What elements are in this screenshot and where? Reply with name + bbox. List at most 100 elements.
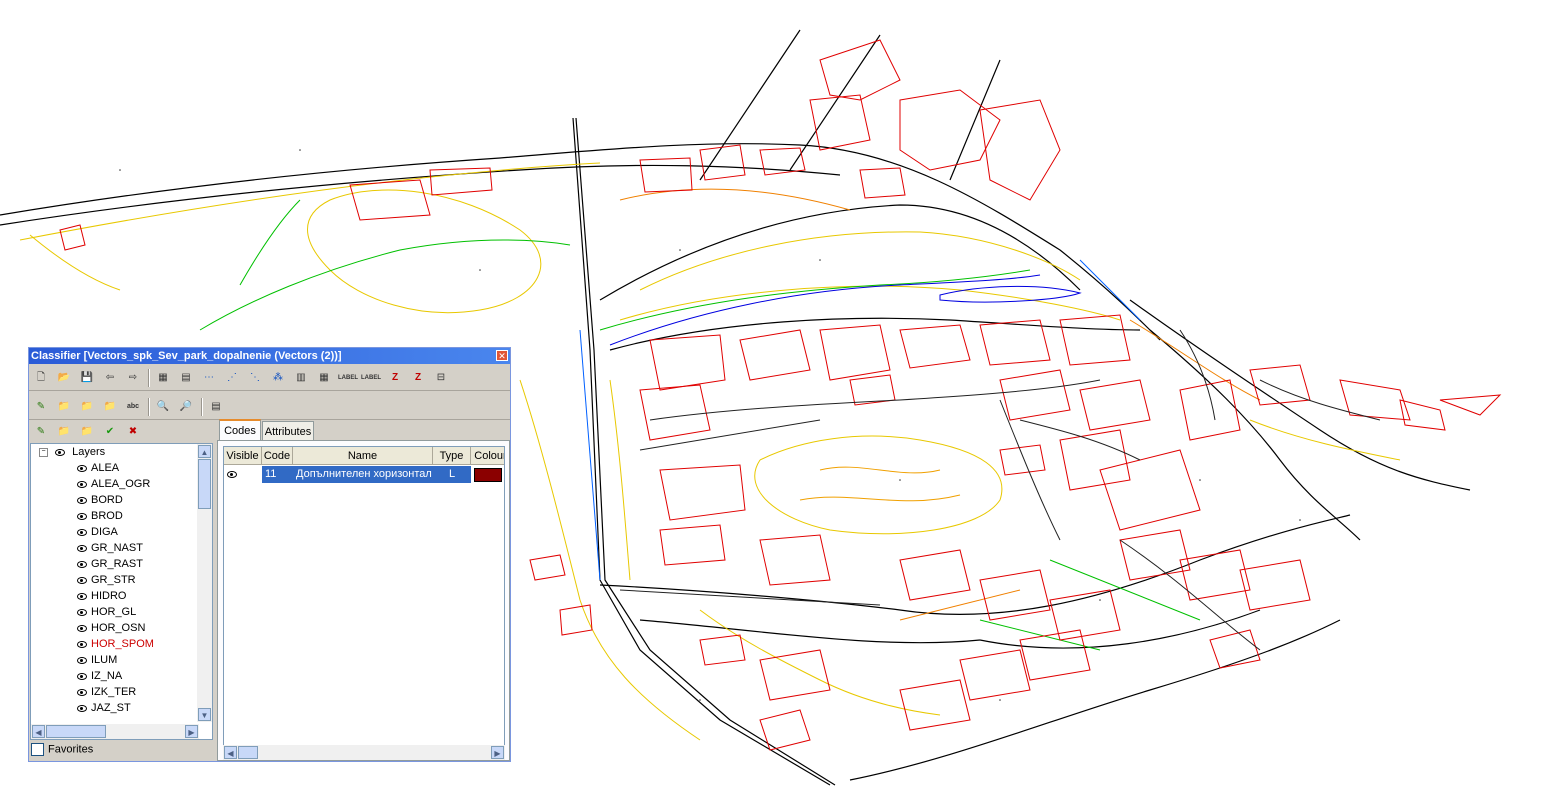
remove-icon[interactable]: ✖: [124, 423, 142, 441]
tab-attributes[interactable]: Attributes: [262, 421, 314, 441]
tree-icon[interactable]: ⊟: [432, 369, 450, 387]
column-header-code[interactable]: Code: [262, 447, 293, 465]
layers-tree: − Layers ALEA ALEA_OGR BORD BROD DIGA GR_NAST…: [31, 444, 201, 722]
column-header-colour[interactable]: Colour: [471, 447, 504, 465]
layer-remove-icon[interactable]: 📁: [101, 398, 119, 416]
eye-icon[interactable]: [55, 448, 66, 456]
label-icon[interactable]: LABEL: [338, 369, 358, 387]
type-cell[interactable]: L: [433, 466, 471, 483]
label-list-icon[interactable]: LABEL: [361, 369, 381, 387]
column-header-visible[interactable]: Visible: [224, 447, 262, 465]
table-icon[interactable]: ▦: [154, 369, 172, 387]
abc-icon[interactable]: abc: [124, 398, 142, 416]
table-large-icon[interactable]: ▦: [315, 369, 333, 387]
tree-layer-label: JAZ_ST: [91, 702, 131, 714]
column-header-name[interactable]: Name: [293, 447, 433, 465]
close-icon[interactable]: ✕: [496, 350, 508, 361]
code-open-icon[interactable]: 📁: [55, 423, 73, 441]
tree-layer-item[interactable]: BORD: [31, 492, 201, 508]
eye-icon[interactable]: [77, 704, 87, 712]
tree-layer-item[interactable]: HOR_GL: [31, 604, 201, 620]
tree-layer-label: HIDRO: [91, 590, 127, 602]
tree-layer-item[interactable]: JAZ_ST: [31, 700, 201, 716]
export-icon[interactable]: ⇨: [124, 369, 142, 387]
find-icon[interactable]: 🔍: [154, 398, 172, 416]
table-small-icon[interactable]: ▤: [177, 369, 195, 387]
check-icon[interactable]: ✔: [101, 423, 119, 441]
z-sort-icon[interactable]: Z: [409, 369, 427, 387]
eye-icon[interactable]: [77, 608, 87, 616]
link-alt-icon[interactable]: ⋰: [223, 369, 241, 387]
hscroll-thumb[interactable]: [46, 725, 106, 738]
tree-root[interactable]: − Layers: [31, 444, 201, 460]
eye-icon[interactable]: [77, 544, 87, 552]
scroll-thumb[interactable]: [198, 459, 211, 509]
code-cell[interactable]: 11: [262, 466, 293, 483]
tree-layer-item[interactable]: ALEA_OGR: [31, 476, 201, 492]
grid-icon[interactable]: ▥: [292, 369, 310, 387]
eye-icon[interactable]: [77, 672, 87, 680]
tree-layer-item[interactable]: DIGA: [31, 524, 201, 540]
column-header-type[interactable]: Type: [433, 447, 471, 465]
tree-layer-item[interactable]: IZ_NA: [31, 668, 201, 684]
favorites-checkbox[interactable]: [31, 743, 44, 756]
unlink-icon[interactable]: ⋱: [246, 369, 264, 387]
visible-cell[interactable]: [224, 466, 262, 483]
tree-layer-label: DIGA: [91, 526, 118, 538]
tree-layer-item[interactable]: IZK_TER: [31, 684, 201, 700]
tree-layer-item[interactable]: HOR_SPOM: [31, 636, 201, 652]
tree-layer-item[interactable]: ILUM: [31, 652, 201, 668]
table-scroll-right-icon[interactable]: ▶: [491, 746, 504, 759]
nodes-icon[interactable]: ⁂: [269, 369, 287, 387]
code-edit-icon[interactable]: ✎: [32, 423, 50, 441]
tree-layer-item[interactable]: BROD: [31, 508, 201, 524]
properties-icon[interactable]: ▤: [207, 398, 225, 416]
layer-edit-icon[interactable]: ✎: [32, 398, 50, 416]
tab-content: Visible Code Name Type Colour 11 Допълни…: [217, 440, 510, 761]
save-icon[interactable]: 💾: [78, 369, 96, 387]
link-icon[interactable]: ⋯: [200, 369, 218, 387]
tree-layer-item[interactable]: GR_RAST: [31, 556, 201, 572]
tree-layer-label: HOR_OSN: [91, 622, 146, 634]
scroll-down-icon[interactable]: ▼: [198, 708, 211, 721]
eye-icon[interactable]: [77, 576, 87, 584]
table-scroll-left-icon[interactable]: ◀: [224, 746, 237, 759]
eye-icon[interactable]: [77, 512, 87, 520]
layer-add-icon[interactable]: 📁: [78, 398, 96, 416]
favorites-option[interactable]: Favorites: [31, 743, 93, 756]
tree-layer-item[interactable]: GR_STR: [31, 572, 201, 588]
open-icon[interactable]: 📂: [55, 369, 73, 387]
tab-codes[interactable]: Codes: [219, 419, 261, 441]
table-horizontal-scrollbar[interactable]: ◀ ▶: [223, 745, 505, 760]
table-scroll-thumb[interactable]: [238, 746, 258, 759]
tree-horizontal-scrollbar[interactable]: ◀ ▶: [31, 724, 199, 739]
find-next-icon[interactable]: 🔎: [177, 398, 195, 416]
scroll-left-icon[interactable]: ◀: [32, 725, 45, 738]
tree-layer-item[interactable]: HIDRO: [31, 588, 201, 604]
name-cell[interactable]: Допълнителен хоризонтал: [293, 466, 433, 483]
eye-icon[interactable]: [77, 688, 87, 696]
z-icon[interactable]: Z: [386, 369, 404, 387]
tree-layer-item[interactable]: HOR_OSN: [31, 620, 201, 636]
eye-icon[interactable]: [77, 640, 87, 648]
tree-layer-item[interactable]: GR_NAST: [31, 540, 201, 556]
eye-icon[interactable]: [77, 624, 87, 632]
eye-icon[interactable]: [77, 656, 87, 664]
eye-icon[interactable]: [77, 528, 87, 536]
new-icon[interactable]: 🗋: [32, 369, 50, 387]
tree-vertical-scrollbar[interactable]: ▲ ▼: [197, 444, 212, 722]
tree-layer-item[interactable]: ALEA: [31, 460, 201, 476]
scroll-right-icon[interactable]: ▶: [185, 725, 198, 738]
scroll-up-icon[interactable]: ▲: [198, 445, 211, 458]
eye-icon[interactable]: [77, 464, 87, 472]
colour-cell[interactable]: [471, 466, 504, 483]
eye-icon[interactable]: [77, 480, 87, 488]
eye-icon[interactable]: [77, 592, 87, 600]
eye-icon[interactable]: [77, 496, 87, 504]
eye-icon[interactable]: [227, 470, 237, 478]
import-icon[interactable]: ⇦: [101, 369, 119, 387]
eye-icon[interactable]: [77, 560, 87, 568]
code-delete-icon[interactable]: 📁: [78, 423, 96, 441]
layer-open-icon[interactable]: 📁: [55, 398, 73, 416]
window-title-bar[interactable]: Classifier [Vectors_spk_Sev_park_dopalne…: [29, 348, 510, 364]
